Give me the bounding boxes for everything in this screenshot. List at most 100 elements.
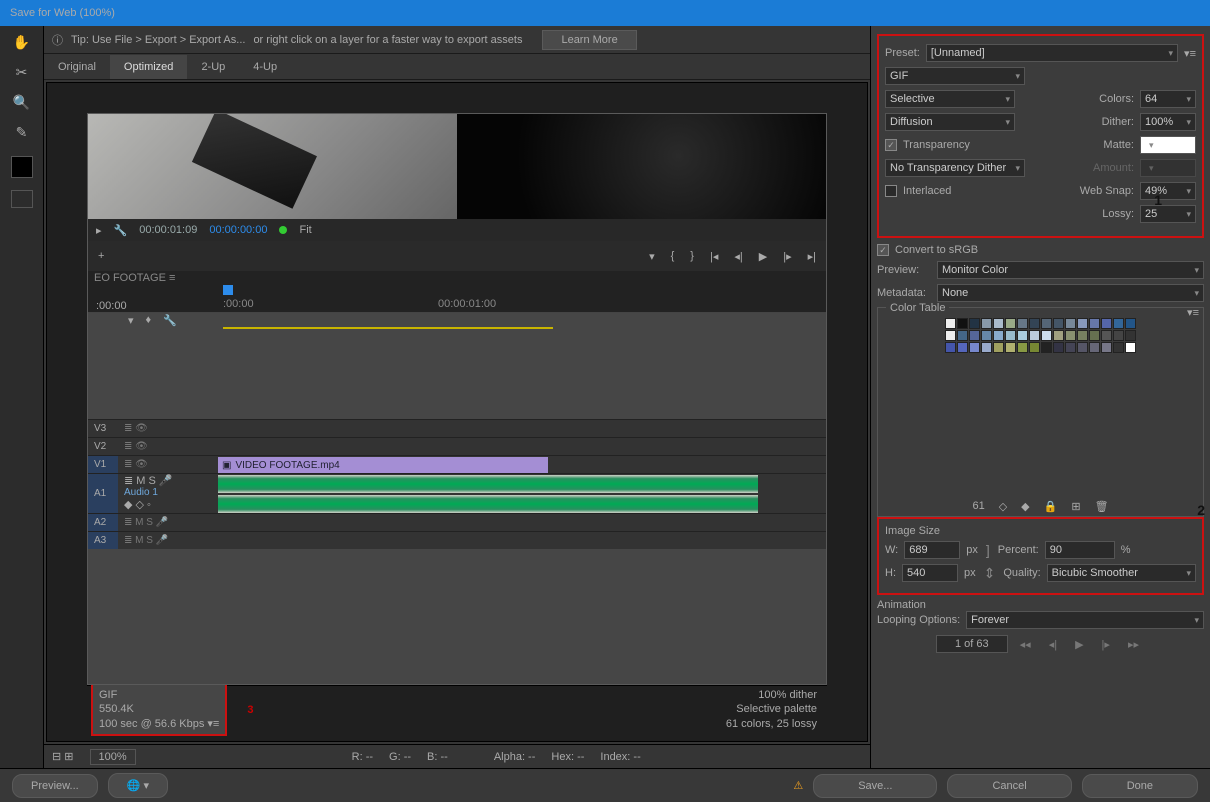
color-swatch[interactable] <box>1053 330 1064 341</box>
color-swatch[interactable] <box>1101 330 1112 341</box>
marker-icon[interactable]: ▾ <box>649 250 655 263</box>
bracket-in-icon[interactable]: { <box>671 250 675 262</box>
anim-next-icon[interactable]: |▸ <box>1096 636 1116 653</box>
track-a1[interactable]: A1 <box>88 474 118 513</box>
color-swatch[interactable] <box>969 318 980 329</box>
color-swatch[interactable] <box>1077 342 1088 353</box>
track-v2[interactable]: V2 <box>88 438 118 455</box>
work-area-bar[interactable] <box>223 327 553 329</box>
tab-4up[interactable]: 4-Up <box>239 55 291 79</box>
color-swatch[interactable] <box>1113 342 1124 353</box>
video-clip[interactable]: VIDEO FOOTAGE.mp4 <box>218 457 548 473</box>
playhead-icon[interactable]: ▸ <box>96 224 102 237</box>
bracket-out-icon[interactable]: } <box>690 250 694 262</box>
color-swatch[interactable] <box>981 342 992 353</box>
color-swatch[interactable] <box>957 342 968 353</box>
ct-new-icon[interactable]: ⊞ <box>1071 500 1080 513</box>
color-swatch[interactable] <box>1125 342 1136 353</box>
color-swatch[interactable] <box>993 330 1004 341</box>
percent-input[interactable] <box>1045 541 1115 559</box>
loop-select[interactable]: Forever <box>966 611 1204 629</box>
eyedropper-icon[interactable]: ✎ <box>8 120 36 144</box>
anim-first-icon[interactable]: ◂◂ <box>1014 636 1037 653</box>
preview-button[interactable]: Preview... <box>12 774 98 798</box>
preset-menu-icon[interactable]: ▾≡ <box>1184 47 1196 60</box>
color-swatch[interactable] <box>1125 330 1136 341</box>
anim-play-icon[interactable]: ▶ <box>1069 636 1089 653</box>
reduction-select[interactable]: Selective <box>885 90 1015 108</box>
zoom-select[interactable]: 100% <box>90 749 136 765</box>
goto-end-icon[interactable]: ▸| <box>808 250 816 263</box>
color-swatch[interactable] <box>1125 318 1136 329</box>
color-swatch[interactable] <box>1077 330 1088 341</box>
srgb-checkbox[interactable]: ✓ <box>877 244 889 256</box>
cancel-button[interactable]: Cancel <box>947 774 1071 798</box>
slice-tool-icon[interactable]: ✂ <box>8 60 36 84</box>
add-icon[interactable]: + <box>98 250 104 262</box>
tab-optimized[interactable]: Optimized <box>110 55 188 79</box>
color-swatch[interactable] <box>1101 318 1112 329</box>
color-table-menu-icon[interactable]: ▾≡ <box>1187 306 1199 319</box>
color-swatch[interactable] <box>1005 330 1016 341</box>
ct-icon[interactable]: ◆ <box>1021 500 1029 513</box>
color-swatch[interactable] <box>1041 330 1052 341</box>
toggle-slices-icon[interactable] <box>11 190 33 208</box>
dither-method-select[interactable]: Diffusion <box>885 113 1015 131</box>
preset-select[interactable]: [Unnamed] <box>926 44 1178 62</box>
color-swatch[interactable] <box>969 330 980 341</box>
color-swatch[interactable] <box>1089 318 1100 329</box>
info-menu-icon[interactable]: ▾≡ <box>207 718 219 730</box>
track-a2[interactable]: A2 <box>88 514 118 531</box>
color-swatch[interactable] <box>1017 330 1028 341</box>
dither-select[interactable]: 100% <box>1140 113 1196 131</box>
metadata-select[interactable]: None <box>937 284 1204 302</box>
color-swatch[interactable] <box>1065 342 1076 353</box>
tab-original[interactable]: Original <box>44 55 110 79</box>
done-button[interactable]: Done <box>1082 774 1198 798</box>
color-swatch[interactable] <box>1053 342 1064 353</box>
color-swatch[interactable] <box>1065 330 1076 341</box>
websnap-select[interactable]: 49% <box>1140 182 1196 200</box>
play-icon[interactable]: ▶ <box>759 250 767 263</box>
browser-select[interactable]: 🌐 ▾ <box>108 773 168 798</box>
save-button[interactable]: Save... <box>813 774 937 798</box>
track-v1[interactable]: V1 <box>88 456 118 473</box>
color-swatch[interactable] <box>1113 318 1124 329</box>
lossy-select[interactable]: 25 <box>1140 205 1196 223</box>
audio-clip[interactable] <box>218 475 758 493</box>
color-swatch[interactable] <box>1065 318 1076 329</box>
track-a3[interactable]: A3 <box>88 532 118 549</box>
color-swatch[interactable] <box>1029 318 1040 329</box>
eyedropper-color-swatch[interactable] <box>11 156 33 178</box>
audio-clip[interactable] <box>218 495 758 513</box>
width-input[interactable] <box>904 541 960 559</box>
color-swatch[interactable] <box>981 318 992 329</box>
hand-tool-icon[interactable]: ✋ <box>8 30 36 54</box>
warning-icon[interactable]: ⚠ <box>793 779 803 792</box>
color-swatch[interactable] <box>1101 342 1112 353</box>
color-swatch[interactable] <box>1017 318 1028 329</box>
color-swatch[interactable] <box>1089 342 1100 353</box>
step-back-icon[interactable]: ◂| <box>734 250 742 263</box>
quality-select[interactable]: Bicubic Smoother <box>1047 564 1196 582</box>
collapse-icon[interactable]: ⊟ ⊞ <box>52 750 74 763</box>
link-icon[interactable]: ⇕ <box>982 565 998 582</box>
transparency-checkbox[interactable]: ✓ <box>885 139 897 151</box>
color-swatch[interactable] <box>945 342 956 353</box>
preview-canvas[interactable]: ▸ 🔧 00:00:01:09 00:00:00:00 Fit + ▾ { } … <box>87 113 827 685</box>
color-swatch[interactable] <box>1005 318 1016 329</box>
anim-last-icon[interactable]: ▸▸ <box>1122 636 1145 653</box>
color-swatch[interactable] <box>1005 342 1016 353</box>
link-bracket-icon[interactable]: ] <box>984 542 992 558</box>
color-swatch[interactable] <box>1089 330 1100 341</box>
color-swatch[interactable] <box>957 330 968 341</box>
matte-select[interactable] <box>1140 136 1196 154</box>
step-fwd-icon[interactable]: |▸ <box>783 250 791 263</box>
preview-select[interactable]: Monitor Color <box>937 261 1204 279</box>
color-swatch[interactable] <box>1053 318 1064 329</box>
color-swatch[interactable] <box>1029 342 1040 353</box>
tab-2up[interactable]: 2-Up <box>187 55 239 79</box>
ct-trash-icon[interactable]: 🗑 <box>1095 500 1109 513</box>
ct-icon[interactable]: 🔒 <box>1044 500 1058 513</box>
color-swatch[interactable] <box>1077 318 1088 329</box>
